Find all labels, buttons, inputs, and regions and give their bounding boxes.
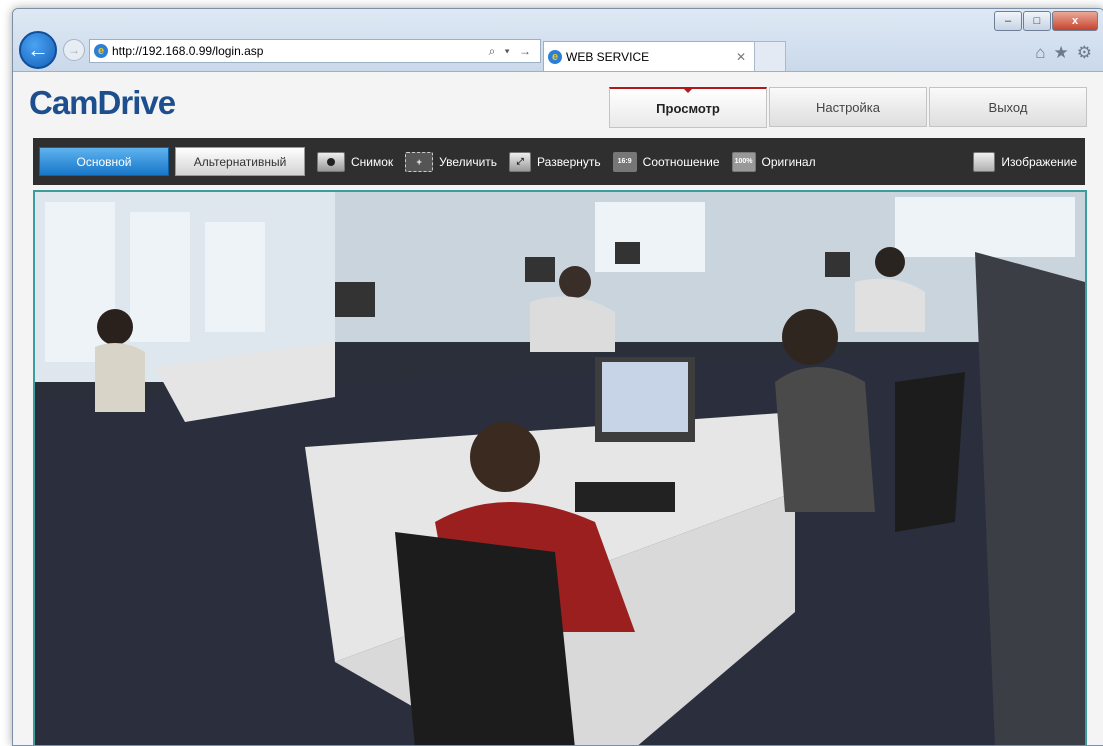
camera-icon xyxy=(317,151,345,172)
original-size-icon: 100% xyxy=(731,151,756,172)
ratio-label: Соотношение xyxy=(642,154,720,169)
original-button[interactable]: 100% Оригинал xyxy=(731,151,816,172)
video-toolbar: Основной Альтернативный Снимок + Увеличи… xyxy=(33,138,1085,185)
window-controls: – □ x xyxy=(993,11,1098,31)
forward-arrow-icon[interactable]: → xyxy=(63,39,85,61)
back-arrow-icon[interactable]: ← xyxy=(19,31,57,69)
favorites-star-icon[interactable]: ★ xyxy=(1054,43,1069,63)
original-label: Оригинал xyxy=(761,154,816,169)
minimize-button[interactable]: – xyxy=(994,11,1022,31)
ratio-icon: 16:9 xyxy=(612,151,637,172)
browser-tab[interactable]: e WEB SERVICE ✕ xyxy=(543,41,755,72)
tab-settings[interactable]: Настройка xyxy=(769,87,927,127)
snapshot-button[interactable]: Снимок xyxy=(317,151,394,172)
image-label: Изображение xyxy=(1001,154,1077,169)
zoom-button[interactable]: + Увеличить xyxy=(405,151,498,172)
main-nav: Просмотр Настройка Выход xyxy=(607,87,1087,128)
gear-icon[interactable]: ⚙ xyxy=(1077,43,1092,63)
expand-label: Развернуть xyxy=(537,154,601,169)
camdrive-logo: CamDrive xyxy=(29,84,176,121)
tab-close-icon[interactable]: ✕ xyxy=(736,50,746,64)
tab-logout[interactable]: Выход xyxy=(929,87,1087,127)
home-icon[interactable]: ⌂ xyxy=(1035,43,1045,63)
address-bar[interactable]: e http://192.168.0.99/login.asp ⌕ ▾ → xyxy=(89,39,541,63)
browser-window: – □ x ← → e http://192.168.0.99/login.as… xyxy=(12,8,1103,746)
office-scene-image xyxy=(35,192,1085,745)
expand-button[interactable]: ⤢ Развернуть xyxy=(509,151,601,172)
tab-view[interactable]: Просмотр xyxy=(609,87,767,128)
tab-title: WEB SERVICE xyxy=(566,50,650,64)
new-tab-button[interactable] xyxy=(754,41,786,72)
video-feed[interactable] xyxy=(33,190,1087,745)
browser-tools: ⌂ ★ ⚙ xyxy=(1035,43,1092,63)
zoom-label: Увеличить xyxy=(439,154,498,169)
maximize-button[interactable]: □ xyxy=(1023,11,1051,31)
zoom-plus-icon: + xyxy=(405,151,434,172)
alt-stream-button[interactable]: Альтернативный xyxy=(175,147,305,176)
web-page: CamDrive Просмотр Настройка Выход Основн… xyxy=(13,71,1103,745)
main-stream-button[interactable]: Основной xyxy=(39,147,169,176)
address-url[interactable]: http://192.168.0.99/login.asp xyxy=(112,44,489,58)
expand-icon: ⤢ xyxy=(509,151,532,172)
browser-chrome: – □ x ← → e http://192.168.0.99/login.as… xyxy=(13,9,1103,73)
image-settings-button[interactable]: Изображение xyxy=(973,151,1077,172)
search-refresh-icons[interactable]: ⌕ ▾ → xyxy=(489,44,534,59)
close-window-button[interactable]: x xyxy=(1052,11,1098,31)
image-icon xyxy=(973,151,996,172)
ie-tab-icon: e xyxy=(548,50,562,64)
ie-logo-icon: e xyxy=(94,44,108,58)
snapshot-label: Снимок xyxy=(351,154,394,169)
ratio-button[interactable]: 16:9 Соотношение xyxy=(612,151,720,172)
